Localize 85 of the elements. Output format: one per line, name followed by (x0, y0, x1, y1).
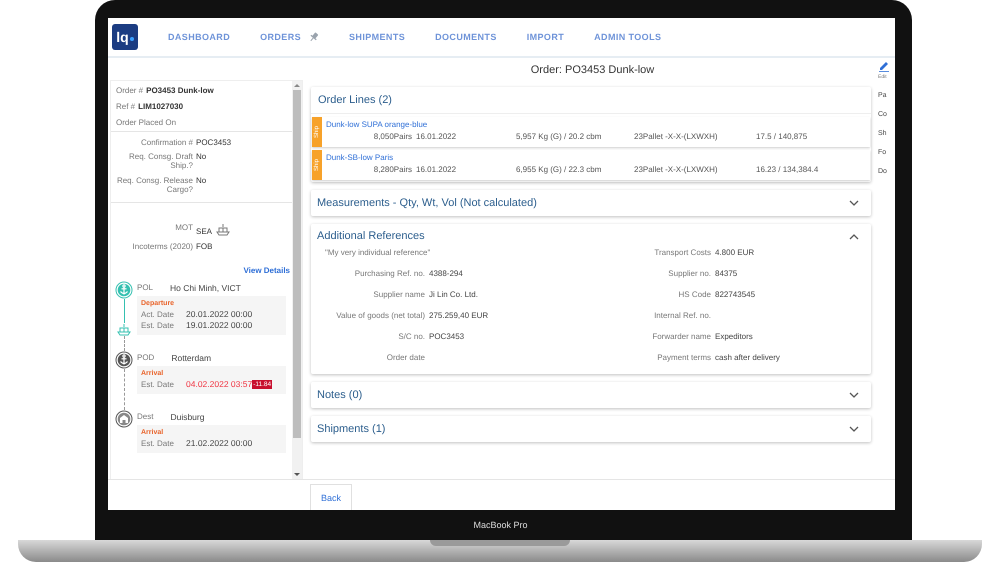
field-label: Supplier name (372, 290, 425, 299)
field-value: No (196, 152, 208, 164)
field-label: MOT (174, 222, 193, 234)
field-label: Forwarder name (651, 332, 711, 341)
field-label: Transport Costs (653, 248, 711, 257)
field-value: 4.800 EUR (715, 248, 756, 257)
price-text: 16.23 / 134,384.4 (756, 165, 820, 174)
scrollbar[interactable] (292, 81, 302, 479)
stop-label: Dest (137, 412, 154, 422)
field-label: Payment terms (656, 353, 711, 362)
stop-label: POD (137, 353, 154, 364)
field-label: Order date (386, 353, 425, 362)
field-value: POC3453 (196, 138, 232, 148)
weight-text: 6,955 Kg (G) / 22.3 cbm (516, 165, 602, 174)
field-label: Confirmation # (140, 138, 193, 148)
field-value: Ji Lin Co. Ltd. (429, 290, 479, 299)
field-value: PO3453 Dunk-low (146, 86, 214, 95)
nav-link[interactable]: SHIPMENTS (349, 32, 406, 42)
edit-icon (878, 60, 890, 72)
date-text: 16.01.2022 (416, 132, 458, 141)
date-value: 21.02.2022 00:00 (186, 438, 252, 448)
stop-place: Ho Chi Minh, VICT (170, 283, 241, 294)
card-title: Shipments (1) (317, 423, 386, 435)
app-logo: lq (112, 24, 138, 50)
field-value: 822743545 (715, 290, 756, 299)
card-title: Order Lines (2) (311, 87, 871, 114)
field-label: Value of goods (net total) (335, 311, 425, 320)
field-label: Internal Ref. no. (653, 311, 711, 320)
nav-link[interactable]: ORDERS (260, 32, 302, 42)
field-value: 84375 (715, 269, 738, 278)
date-value: 04.02.2022 03:57 (186, 379, 252, 390)
field-value: No (196, 176, 208, 187)
field-value: FOB (196, 242, 212, 252)
quantity-text: 8,280Pairs (372, 165, 413, 174)
field-value: 275.259,40 EUR (429, 311, 490, 320)
stop-label: POL (137, 283, 154, 294)
field-label: S/C no. (397, 332, 425, 341)
nav-link[interactable]: DASHBOARD (168, 32, 230, 42)
weight-text: 5,957 Kg (G) / 20.2 cbm (516, 132, 602, 141)
date-label: Act. Date (141, 310, 175, 319)
field-label: Supplier no. (667, 269, 711, 278)
stop-place: Rotterdam (171, 353, 212, 364)
field-label: Req. Consg. Draft Ship.? (128, 152, 193, 171)
field-label: Incoterms (2020) (132, 242, 193, 252)
date-label: Est. Date (141, 438, 175, 448)
field-label: Order # (116, 86, 144, 95)
date-label: Est. Date (141, 380, 175, 389)
field-value: Expeditors (715, 332, 754, 341)
card-title: Additional References (317, 230, 425, 242)
product-link[interactable]: Dunk-SB-low Paris (326, 153, 866, 162)
expand-icon[interactable] (849, 426, 859, 432)
reference-note: "My very individual reference" (324, 248, 432, 257)
view-details-link[interactable]: View Details (243, 266, 290, 276)
nav-link[interactable]: ADMIN TOOLS (594, 32, 662, 42)
product-link[interactable]: Dunk-low SUPA orange-blue (326, 120, 866, 129)
quantity-text: 8,050Pairs (372, 132, 413, 141)
date-value: 19.01.2022 00:00 (186, 320, 252, 330)
field-label: Purchasing Ref. no. (354, 269, 425, 278)
field-value: SEA (196, 226, 212, 236)
device-label: MacBook Pro (473, 520, 528, 530)
date-text: 16.01.2022 (416, 165, 458, 174)
ship-icon (216, 222, 230, 236)
card-title: Measurements - Qty, Wt, Vol (Not calculated) (317, 197, 537, 209)
page-title: Order: PO3453 Dunk-low (530, 63, 656, 78)
packing-text: 23Pallet -X-X-(LXWXH) (634, 165, 719, 174)
expand-icon[interactable] (849, 392, 859, 398)
field-label: HS Code (678, 290, 711, 299)
field-value: LIM1027030 (138, 102, 184, 111)
nav-link[interactable]: IMPORT (526, 32, 564, 42)
nav-link[interactable]: DOCUMENTS (435, 32, 497, 42)
stop-place: Duisburg (170, 412, 204, 422)
field-value: POC3453 (429, 332, 466, 341)
price-text: 17.5 / 140,875 (756, 132, 808, 141)
expand-icon[interactable] (849, 200, 859, 206)
field-value: cash after delivery (715, 353, 780, 362)
date-value: 20.01.2022 00:00 (186, 309, 252, 320)
card-title: Notes (0) (317, 389, 362, 401)
collapse-icon[interactable] (849, 232, 859, 240)
back-button[interactable]: Back (310, 484, 352, 510)
field-label: Req. Consg. Release Cargo? (116, 176, 193, 194)
field-label: Ref # (116, 102, 136, 111)
date-label: Est. Date (141, 320, 175, 330)
field-value: 4388-294 (429, 269, 464, 278)
field-label: Order Placed On (116, 118, 176, 127)
packing-text: 23Pallet -X-X-(LXWXH) (634, 132, 719, 141)
